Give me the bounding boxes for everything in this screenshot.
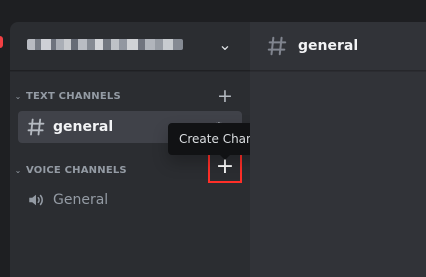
channel-general-voice[interactable]: General (18, 184, 242, 216)
hash-icon (27, 118, 45, 136)
redacted-server-name (27, 39, 183, 50)
hash-icon (267, 36, 287, 56)
plus-icon[interactable]: + (217, 87, 233, 106)
channel-label: General (53, 192, 109, 208)
channel-title: general (298, 38, 359, 54)
server-indicator (0, 36, 3, 48)
voice-channels-label: VOICE CHANNELS (26, 165, 127, 176)
voice-channels-section-header[interactable]: ⌄ VOICE CHANNELS + (10, 152, 250, 183)
channel-label: general (53, 119, 114, 135)
discord-window: ⌄ ⌄ TEXT CHANNELS + general ⚙ ⌄ VOICE CH… (0, 0, 426, 277)
main-chat-pane: general (250, 22, 426, 277)
speaker-icon (29, 194, 43, 206)
chevron-down-icon[interactable]: ⌄ (13, 90, 23, 104)
text-channels-section-header[interactable]: ⌄ TEXT CHANNELS + (10, 87, 250, 107)
text-channels-label: TEXT CHANNELS (26, 91, 121, 102)
channel-header: general (250, 22, 426, 71)
chevron-down-icon[interactable]: ⌄ (13, 164, 23, 178)
server-rail (0, 0, 10, 277)
chevron-down-icon[interactable]: ⌄ (216, 36, 234, 54)
server-header[interactable]: ⌄ (10, 22, 250, 71)
